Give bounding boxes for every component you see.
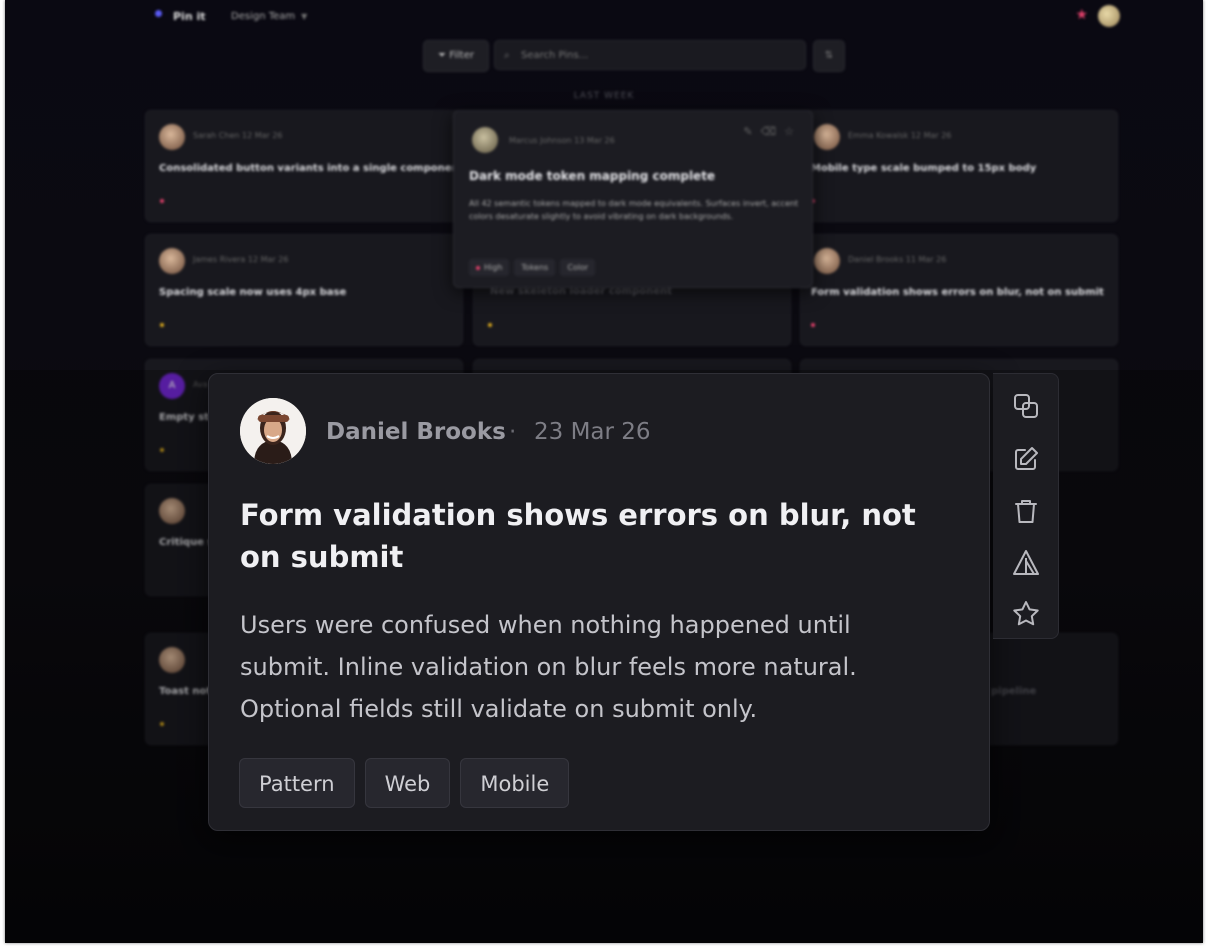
filter-button[interactable]: ⏷ Filter [423,40,489,72]
search-icon: ⌕ [504,50,510,61]
priority-dot [160,199,164,203]
card-body: All 42 semantic tokens mapped to dark mo… [469,199,799,221]
team-name: Design Team [231,11,296,22]
user-avatar[interactable] [1098,5,1120,27]
tag-pattern[interactable]: Pattern [239,758,355,808]
search-input[interactable]: ⌕ Search Pins... [494,40,806,70]
chevron-down-icon: ▼ [301,12,308,21]
app-name: Pin it [173,10,206,23]
filter-icon: ⏷ [438,50,447,61]
sort-button[interactable]: ⇅ [813,40,845,72]
avatar [159,248,185,274]
tag-web[interactable]: Web [364,758,451,808]
author-name[interactable]: Daniel Brooks [326,419,506,445]
pin-card[interactable]: Emma Kowalsk 12 Mar 26 Mobile type scale… [800,110,1118,222]
pin-card[interactable]: Sarah Chen 12 Mar 26 Consolidated button… [145,110,463,222]
post-date: 23 Mar 26 [534,419,651,445]
filter-label: Filter [449,50,474,61]
card-title: Spacing scale now uses 4px base [159,287,347,298]
tag-list: Pattern Web Mobile [239,758,579,808]
avatar [159,124,185,150]
pin-title: Form validation shows errors on blur, no… [240,498,916,574]
card-author: James Rivera 12 Mar 26 [193,255,289,264]
card-title: Mobile type scale bumped to 15px body [811,163,1037,174]
card-title: Dark mode token mapping complete [469,169,716,183]
action-bar [993,373,1059,639]
hovered-pin-card[interactable]: Marcus Johnson 13 Mar 26 ✎⌫☆ Dark mode t… [453,110,813,288]
warning-icon[interactable] [1012,549,1040,577]
star-icon[interactable]: ☆ [784,125,802,138]
pin-body: Users were confused when nothing happene… [240,611,857,723]
trash-icon[interactable] [1012,497,1040,525]
star-icon[interactable] [1012,600,1040,628]
card-actions: ✎⌫☆ [743,125,802,138]
favorites-star-icon[interactable]: ★ [1075,7,1088,23]
copy-icon[interactable] [1012,392,1040,420]
logo-icon [155,10,162,17]
tag-chip: Color [560,259,596,276]
card-author: Daniel Brooks 11 Mar 26 [848,255,947,264]
priority-dot [488,323,492,327]
top-bar: Pin it Design Team ▼ ★ [145,5,1123,29]
pin-card[interactable]: Daniel Brooks 11 Mar 26 Form validation … [800,234,1118,346]
priority-chip: High [469,259,510,276]
team-switcher[interactable]: Design Team ▼ [231,11,307,22]
expanded-pin-card: Daniel Brooks · 23 Mar 26 Form validatio… [208,373,990,831]
meta-separator: · [509,419,517,445]
avatar [472,127,498,153]
priority-dot [160,323,164,327]
edit-icon[interactable]: ✎ [743,125,760,138]
section-label: LAST WEEK [573,91,635,101]
priority-dot [811,323,815,327]
card-author: Emma Kowalsk 12 Mar 26 [848,131,952,140]
search-placeholder: Search Pins... [521,50,589,61]
tag-chip: Tokens [514,259,556,276]
trash-icon[interactable]: ⌫ [761,125,785,138]
card-author: Marcus Johnson 13 Mar 26 [509,136,615,145]
card-title: Consolidated button variants into a sing… [159,163,454,174]
avatar [814,248,840,274]
edit-icon[interactable] [1012,445,1040,473]
card-tags: High Tokens Color [469,255,600,276]
tag-mobile[interactable]: Mobile [460,758,570,808]
author-avatar [240,398,306,464]
avatar [814,124,840,150]
card-title: Form validation shows errors on blur, no… [811,287,1104,298]
card-author: Sarah Chen 12 Mar 26 [193,131,283,140]
pin-card[interactable]: James Rivera 12 Mar 26 Spacing scale now… [145,234,463,346]
